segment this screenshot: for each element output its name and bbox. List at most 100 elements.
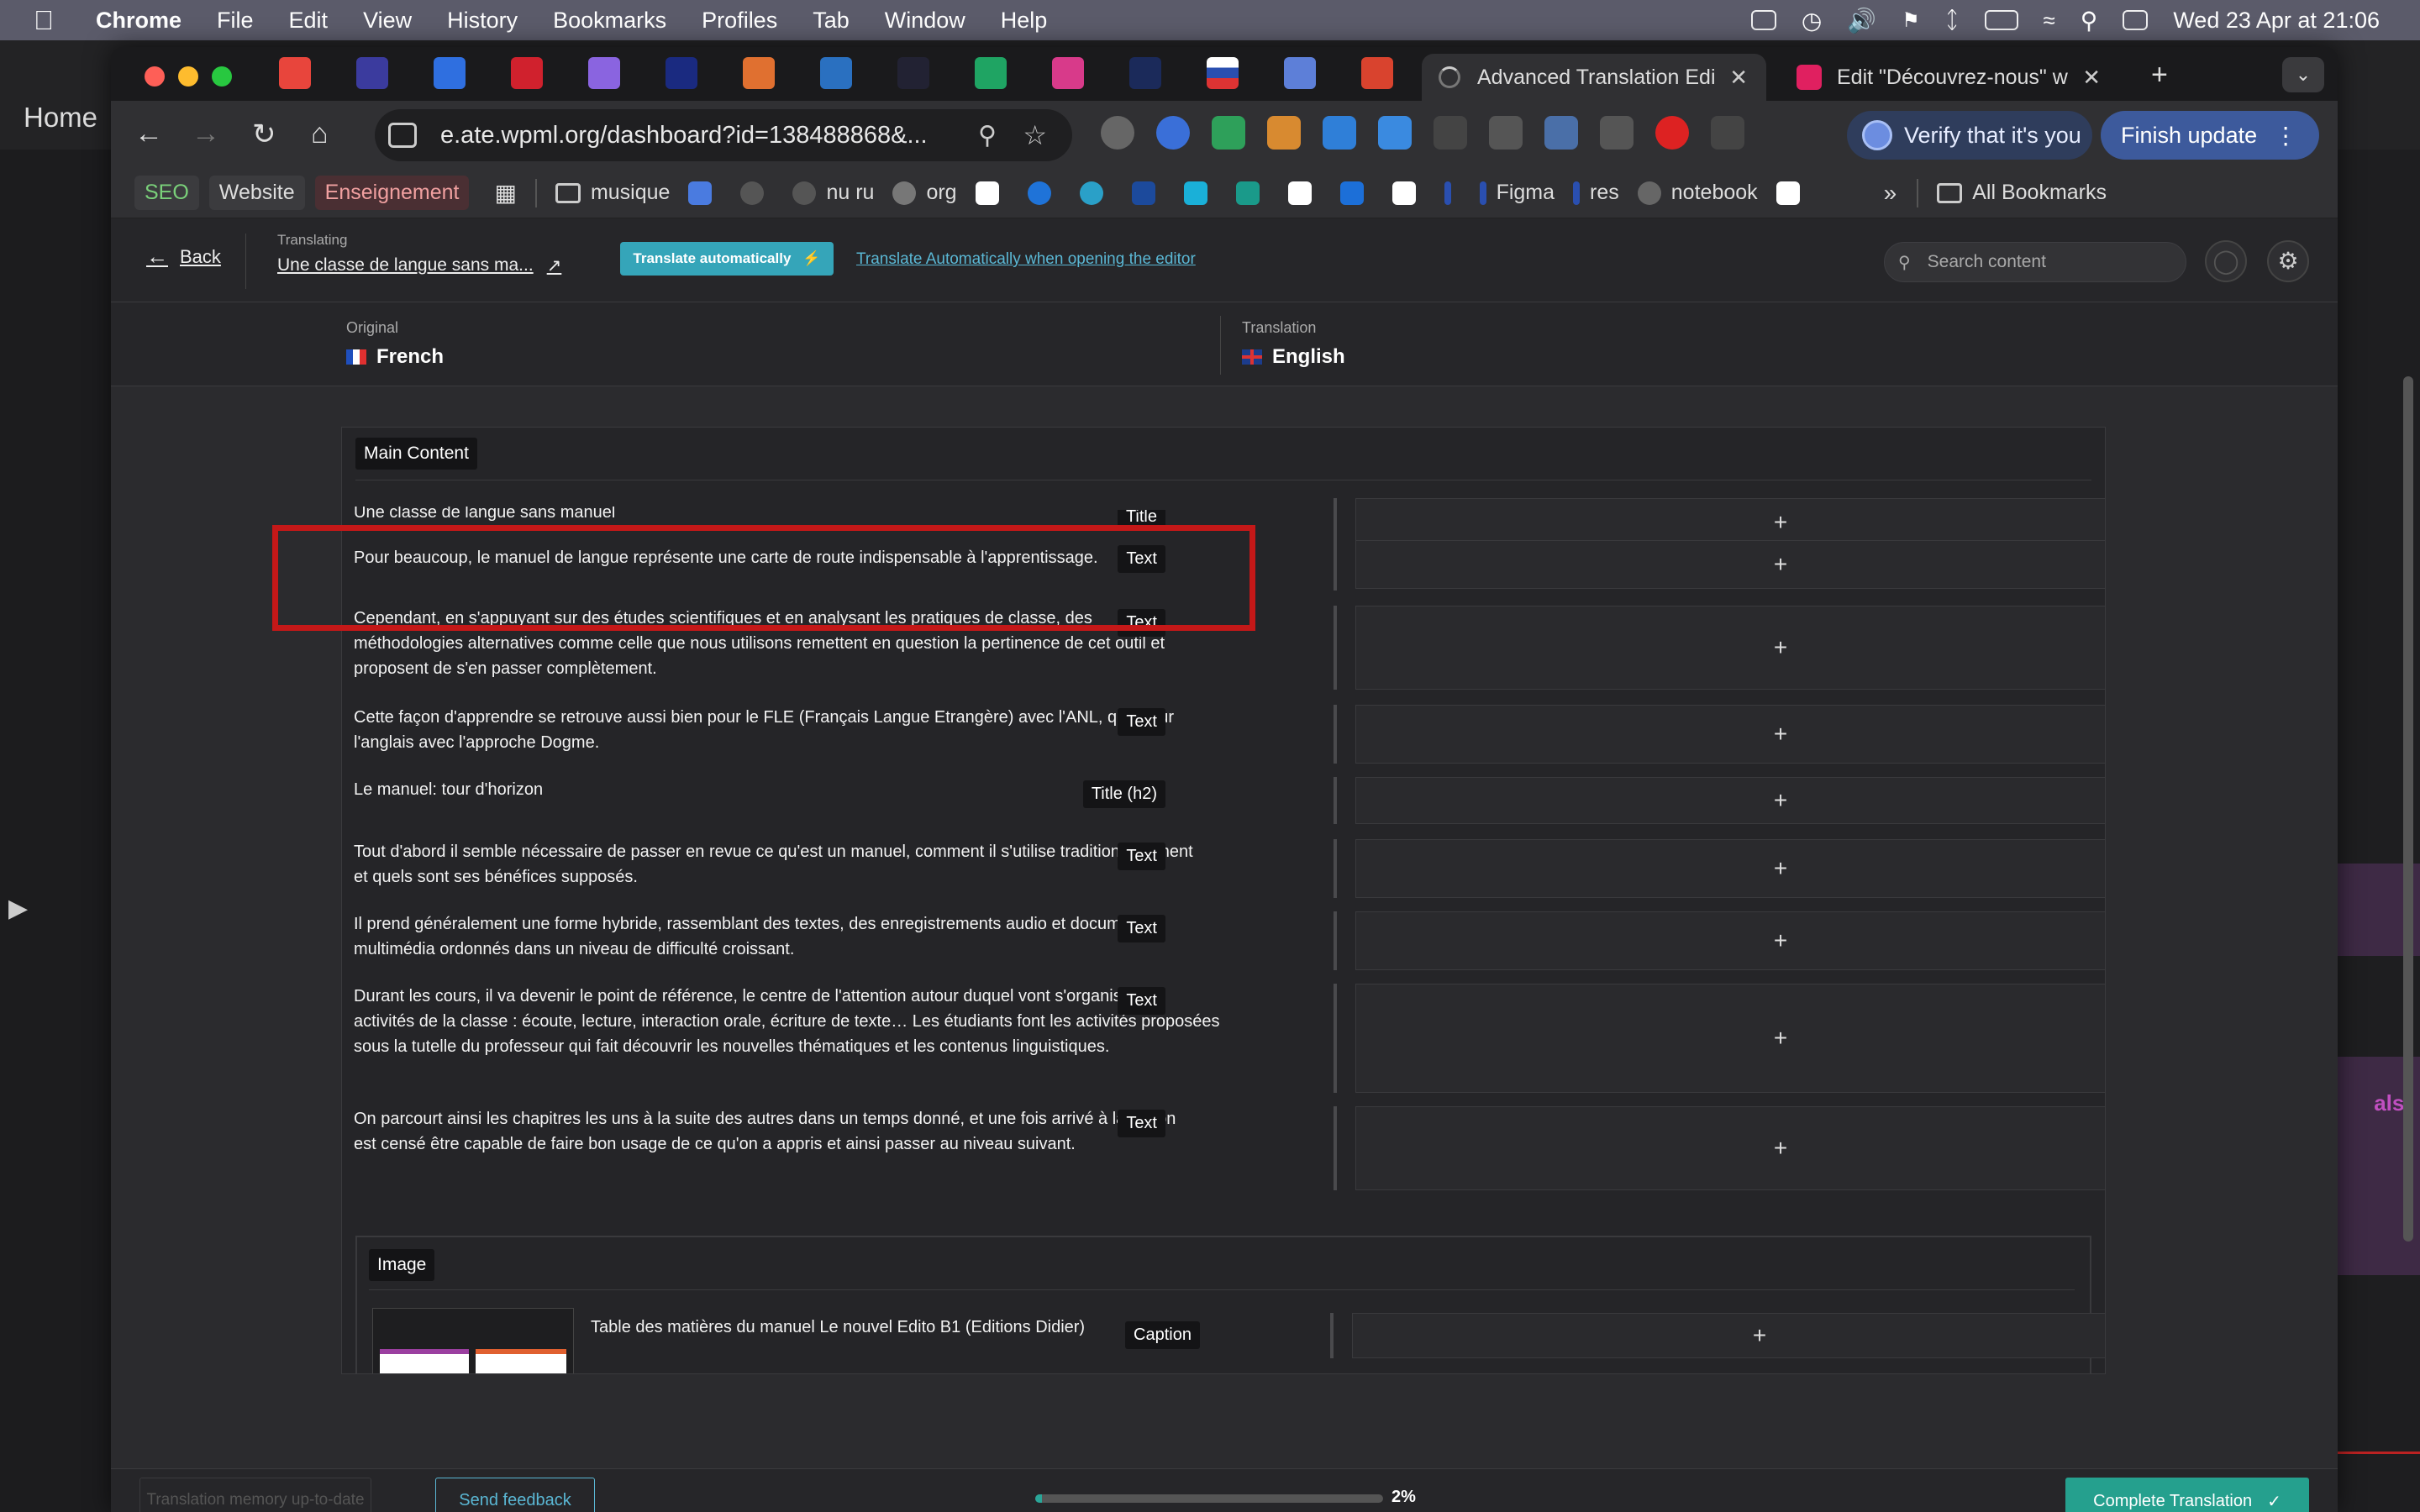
bookmark-website[interactable]: Website: [208, 176, 305, 210]
user-extension-icon[interactable]: [1378, 116, 1412, 150]
bookmark-musique[interactable]: musique: [555, 181, 670, 205]
menu-history[interactable]: History: [447, 8, 518, 34]
bookmark-cloud[interactable]: [1183, 181, 1218, 205]
edit-extension-icon[interactable]: [1323, 116, 1356, 150]
menu-bookmarks[interactable]: Bookmarks: [553, 8, 666, 34]
bookmark-cap[interactable]: [688, 181, 722, 205]
menu-file[interactable]: File: [217, 8, 254, 34]
expand-arrow-icon[interactable]: ▶: [8, 894, 28, 923]
finish-update-button[interactable]: Finish update ⋮: [2101, 111, 2319, 160]
pinned-tab-wr-icon[interactable]: [356, 57, 388, 89]
add-translation-button[interactable]: +: [1355, 777, 2105, 824]
background-scrollbar[interactable]: [2403, 376, 2413, 1242]
bookmark-res[interactable]: res: [1573, 181, 1619, 205]
address-bar[interactable]: e.ate.wpml.org/dashboard?id=138488868&..…: [375, 109, 1072, 161]
pinned-tab-m-icon[interactable]: [1361, 57, 1393, 89]
reload-icon[interactable]: ↻: [252, 118, 276, 151]
search-content-field[interactable]: ⚲ Search content: [1884, 242, 2186, 282]
add-translation-button[interactable]: +: [1355, 1106, 2105, 1190]
pinned-tab-dash-icon[interactable]: [897, 57, 929, 89]
add-translation-button[interactable]: +: [1355, 839, 2105, 898]
more-bookmarks-icon[interactable]: »: [1884, 180, 1897, 207]
control-center-icon[interactable]: [2123, 10, 2149, 30]
pinned-tab-flag-icon[interactable]: [1207, 57, 1239, 89]
eyedropper-extension-icon[interactable]: [1489, 116, 1523, 150]
pinned-tab-red-icon[interactable]: [511, 57, 543, 89]
apps-grid-icon[interactable]: ▦: [494, 179, 516, 207]
record-extension-icon[interactable]: [1655, 116, 1689, 150]
tab-edit-decouvrez-nous[interactable]: Edit "Découvrez-nous" w ✕: [1783, 54, 2119, 101]
menu-help[interactable]: Help: [1001, 8, 1048, 34]
all-bookmarks[interactable]: All Bookmarks: [1937, 181, 2107, 205]
add-translation-button[interactable]: +: [1352, 1313, 2105, 1358]
home-icon[interactable]: ⌂: [311, 118, 329, 150]
screen-record-icon[interactable]: [1750, 10, 1776, 30]
menu-edit[interactable]: Edit: [289, 8, 329, 34]
menu-view[interactable]: View: [363, 8, 412, 34]
pinned-tab-media-icon[interactable]: [666, 57, 697, 89]
menu-tab[interactable]: Tab: [813, 8, 850, 34]
send-feedback-button[interactable]: Send feedback: [435, 1478, 595, 1512]
translate-automatically-button[interactable]: Translate automatically ⚡: [620, 242, 834, 276]
bookmark-s[interactable]: [1027, 181, 1061, 205]
cloud-extension-icon[interactable]: [1267, 116, 1301, 150]
time-machine-icon[interactable]: ◷: [1802, 7, 1822, 34]
spotlight-icon[interactable]: ⚲: [2081, 7, 2098, 34]
pinned-tab-bird-icon[interactable]: [1284, 57, 1316, 89]
bookmark-lf[interactable]: [975, 181, 1009, 205]
bookmark-car[interactable]: [1131, 181, 1165, 205]
wifi-icon[interactable]: ≈: [2044, 8, 2055, 34]
back-arrow-icon[interactable]: ←: [134, 118, 163, 150]
pinned-tab-in-icon[interactable]: [743, 57, 775, 89]
pinned-tab-stack-icon[interactable]: [434, 57, 466, 89]
pinned-tab-mail-icon[interactable]: [588, 57, 620, 89]
battery-icon[interactable]: [1984, 10, 2018, 30]
bookmark-edge[interactable]: [1079, 181, 1113, 205]
document-title[interactable]: Une classe de langue sans ma...: [277, 255, 534, 276]
add-translation-button[interactable]: +: [1355, 984, 2105, 1093]
menu-profiles[interactable]: Profiles: [702, 8, 777, 34]
settings-gear-icon[interactable]: ⚙: [2267, 240, 2309, 282]
bookmark-l[interactable]: [1444, 181, 1461, 205]
image-extension-icon[interactable]: [1544, 116, 1578, 150]
translate-extension-icon[interactable]: [1600, 116, 1634, 150]
close-window-button[interactable]: [145, 66, 165, 87]
formula-extension-icon[interactable]: [1434, 116, 1467, 150]
minimize-window-button[interactable]: [178, 66, 198, 87]
screen-extension-icon[interactable]: [1212, 116, 1245, 150]
bookmark-org[interactable]: org: [892, 181, 957, 205]
pinned-tab-calendar-icon[interactable]: [1052, 57, 1084, 89]
bookmark-enseignement[interactable]: Enseignement: [314, 176, 470, 210]
bookmark-school[interactable]: [1339, 181, 1374, 205]
apple-icon[interactable]: : [34, 5, 67, 36]
complete-translation-button[interactable]: Complete Translation ✓: [2065, 1478, 2309, 1512]
bookmark-star-icon[interactable]: ☆: [1023, 119, 1047, 151]
back-link[interactable]: ← Back: [146, 244, 221, 270]
globe-extension-icon[interactable]: [1101, 116, 1134, 150]
bookmark-seo[interactable]: SEO: [134, 176, 199, 210]
bookmark-notebook[interactable]: notebook: [1637, 181, 1758, 205]
tab-search-icon[interactable]: ⌄: [2282, 57, 2324, 92]
add-translation-button[interactable]: +: [1355, 705, 2105, 764]
translate-on-open-link[interactable]: Translate Automatically when opening the…: [856, 250, 1196, 269]
bookmark-amazon[interactable]: [1776, 181, 1810, 205]
bookmark-lf2[interactable]: [1392, 181, 1426, 205]
more-vert-icon[interactable]: ⋮: [2274, 122, 2297, 150]
pinned-tab-if-icon[interactable]: [820, 57, 852, 89]
add-translation-button[interactable]: +: [1355, 606, 2105, 690]
menu-app-name[interactable]: Chrome: [96, 8, 182, 34]
add-translation-button[interactable]: +: [1355, 540, 2105, 589]
bookmark-q[interactable]: [740, 181, 774, 205]
puzzle-extensions-icon[interactable]: [1711, 116, 1744, 150]
external-link-icon[interactable]: ↗: [547, 255, 562, 276]
add-translation-button[interactable]: +: [1355, 911, 2105, 970]
verify-identity-button[interactable]: Verify that it's you: [1847, 111, 2092, 160]
bookmark-chat[interactable]: [1235, 181, 1270, 205]
new-tab-button[interactable]: +: [2151, 59, 2168, 92]
pinned-tab-sheets-icon[interactable]: [975, 57, 1007, 89]
document-link[interactable]: Une classe de langue sans ma... ↗: [277, 255, 561, 276]
zoom-window-button[interactable]: [212, 66, 232, 87]
status-icon[interactable]: ◯: [2205, 240, 2247, 282]
image-thumbnail[interactable]: [372, 1308, 574, 1373]
close-tab-icon[interactable]: ✕: [2082, 65, 2101, 91]
